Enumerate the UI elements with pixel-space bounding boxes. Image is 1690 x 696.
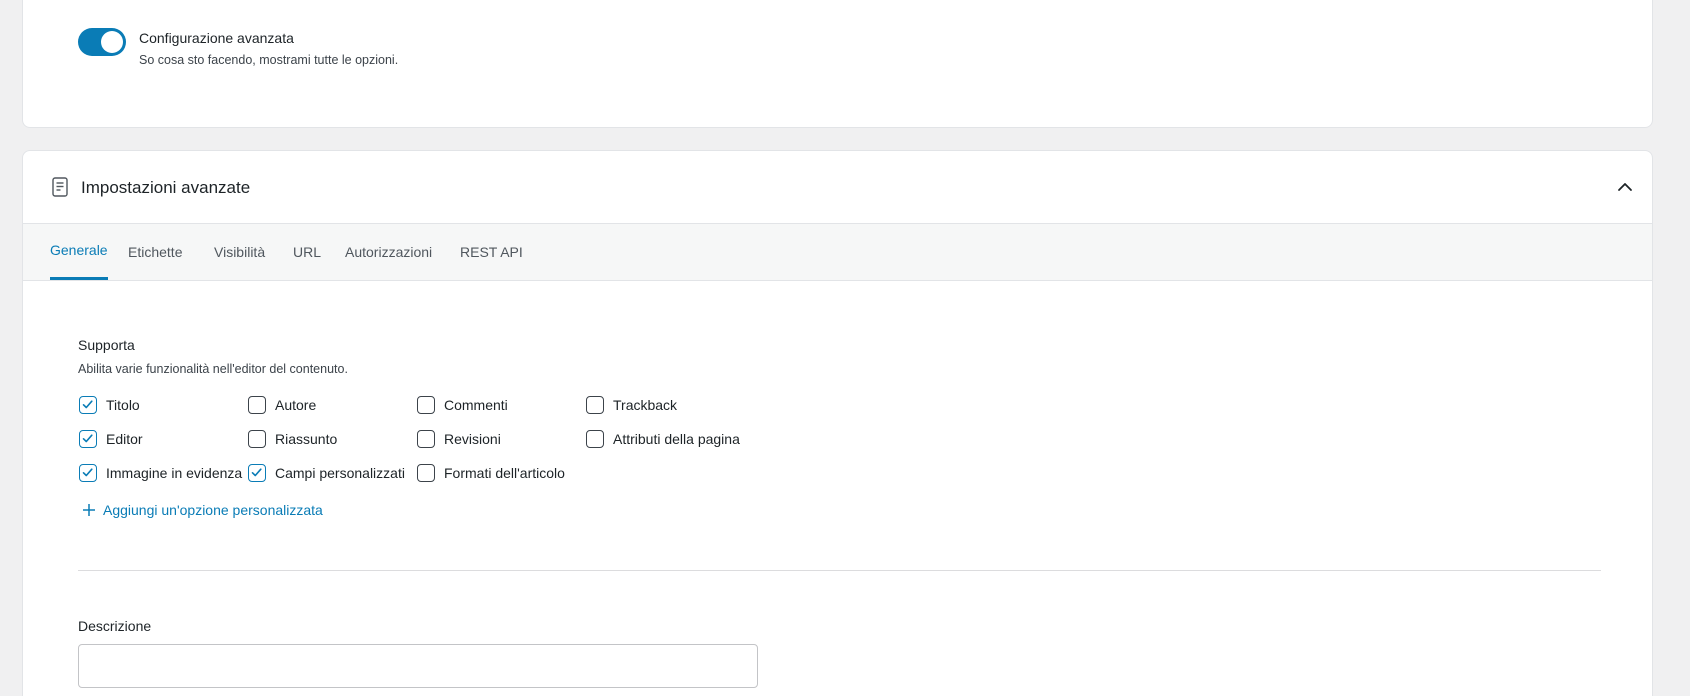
supports-label: Supporta — [78, 337, 135, 353]
advanced-config-title: Configurazione avanzata — [139, 30, 294, 46]
tab-rest-api[interactable]: REST API — [460, 224, 523, 280]
checkbox-box — [248, 430, 266, 448]
checkmark-icon — [82, 434, 93, 443]
panel-title: Impostazioni avanzate — [81, 178, 251, 197]
checkbox-box — [417, 430, 435, 448]
checkbox-box — [248, 464, 266, 482]
checkbox-box — [417, 396, 435, 414]
advanced-config-description: So cosa sto facendo, mostrami tutte le o… — [139, 53, 399, 67]
chevron-up-icon[interactable] — [1613, 175, 1637, 199]
checkbox-label: Autore — [275, 397, 317, 413]
checkbox-label: Revisioni — [444, 431, 501, 447]
section-divider — [78, 570, 1601, 571]
advanced-config-toggle[interactable] — [78, 28, 126, 56]
supports-help: Abilita varie funzionalità nell'editor d… — [78, 362, 348, 376]
plus-icon — [83, 504, 95, 516]
checkbox-label: Attributi della pagina — [613, 431, 740, 447]
checkbox-box — [417, 464, 435, 482]
checkbox-label: Campi personalizzati — [275, 465, 405, 481]
checkbox-box — [79, 430, 97, 448]
checkmark-icon — [251, 468, 262, 477]
document-icon — [52, 177, 68, 197]
tab-autorizzazioni[interactable]: Autorizzazioni — [345, 224, 432, 280]
advanced-config-card: Configurazione avanzata So cosa sto face… — [22, 0, 1653, 128]
tab-url[interactable]: URL — [293, 224, 321, 280]
settings-tabs: Generale Etichette Visibilità URL Autori… — [23, 224, 1652, 281]
checkbox-label: Trackback — [613, 397, 678, 413]
checkbox-label: Titolo — [106, 397, 140, 413]
tab-generale[interactable]: Generale — [50, 224, 108, 280]
panel-header[interactable]: Impostazioni avanzate — [23, 151, 1652, 224]
tab-etichette[interactable]: Etichette — [128, 224, 182, 280]
checkmark-icon — [82, 468, 93, 477]
checkbox-label: Immagine in evidenza — [106, 465, 243, 481]
checkbox-label: Editor — [106, 431, 143, 447]
advanced-settings-card: Impostazioni avanzate Generale Etichette… — [22, 150, 1653, 696]
checkbox-box — [79, 396, 97, 414]
description-input[interactable] — [78, 644, 758, 688]
checkbox-box — [586, 430, 604, 448]
checkbox-label: Commenti — [444, 397, 508, 413]
tab-visibilita[interactable]: Visibilità — [214, 224, 265, 280]
checkbox-box — [586, 396, 604, 414]
checkbox-box — [79, 464, 97, 482]
checkbox-label: Riassunto — [275, 431, 338, 447]
toggle-knob — [101, 31, 123, 53]
description-label: Descrizione — [78, 618, 152, 634]
checkmark-icon — [82, 400, 93, 409]
checkbox-label: Formati dell'articolo — [444, 465, 565, 481]
checkbox-box — [248, 396, 266, 414]
add-custom-option-label: Aggiungi un'opzione personalizzata — [103, 502, 323, 518]
